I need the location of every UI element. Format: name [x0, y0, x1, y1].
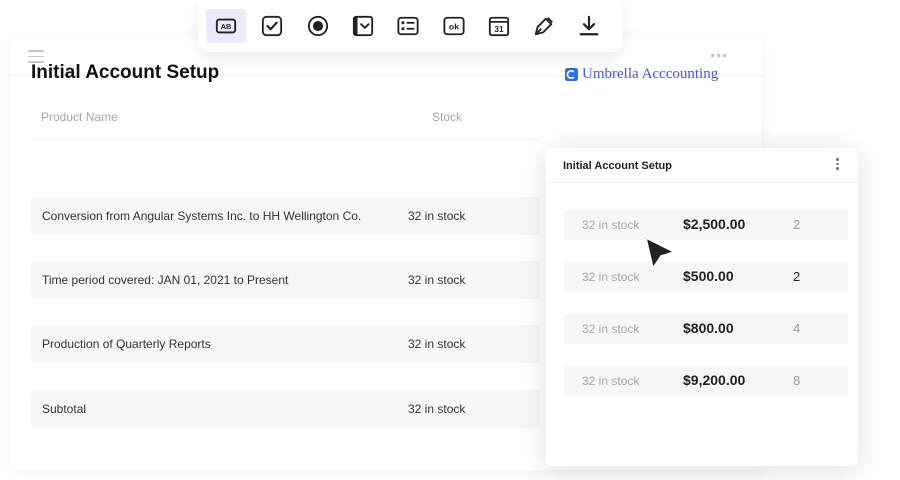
radio-button-tool[interactable] [303, 11, 333, 41]
table-row[interactable]: Conversion from Angular Systems Inc. to … [31, 197, 541, 235]
table-row[interactable]: Production of Quarterly Reports 32 in st… [31, 325, 541, 363]
card-price: $500.00 [683, 268, 734, 284]
ok-button-tool[interactable]: ok [439, 11, 469, 41]
summary-card: Initial Account Setup 32 in stock $2,500… [546, 148, 858, 466]
checkbox-tool[interactable] [257, 11, 287, 41]
stock-value: 32 in stock [408, 337, 466, 351]
ok-button-icon: ok [443, 16, 465, 36]
card-more-options-icon[interactable] [836, 158, 840, 172]
brand-logo: Umbrella Acccounting [565, 66, 718, 83]
svg-text:AB: AB [221, 22, 232, 31]
product-name: Production of Quarterly Reports [42, 337, 211, 351]
card-quantity: 4 [793, 321, 801, 336]
brand-name: Umbrella Acccounting [582, 66, 719, 82]
column-header-stock: Stock [432, 110, 463, 124]
card-row[interactable]: 32 in stock $500.00 2 [564, 262, 848, 292]
date-tool[interactable]: 31 [484, 11, 514, 41]
product-name: Conversion from Angular Systems Inc. to … [42, 209, 362, 223]
product-name: Subtotal [42, 402, 87, 416]
card-quantity: 2 [793, 269, 801, 284]
stock-value: 32 in stock [408, 402, 466, 416]
stock-value: 32 in stock [408, 273, 466, 287]
card-stock: 32 in stock [582, 218, 640, 232]
form-field-toolbar: AB ok 31 [198, 0, 622, 52]
more-options-icon[interactable]: ••• [710, 47, 728, 63]
mouse-cursor-icon [645, 237, 675, 269]
card-stock: 32 in stock [582, 270, 640, 284]
signature-tool[interactable] [529, 11, 559, 41]
table-row[interactable]: Time period covered: JAN 01, 2021 to Pre… [31, 261, 541, 299]
svg-text:ok: ok [449, 22, 459, 32]
list-tool[interactable] [393, 11, 423, 41]
card-header-divider [546, 182, 858, 183]
card-price: $800.00 [683, 320, 734, 336]
checkbox-icon [261, 15, 283, 37]
stock-value: 32 in stock [408, 209, 466, 223]
calendar-icon: 31 [488, 16, 510, 37]
card-stock: 32 in stock [582, 322, 640, 336]
svg-text:31: 31 [494, 25, 504, 34]
dropdown-tool[interactable] [348, 11, 378, 41]
card-row[interactable]: 32 in stock $9,200.00 8 [564, 366, 848, 396]
card-quantity: 2 [793, 217, 801, 232]
text-field-icon: AB [215, 18, 237, 34]
card-stock: 32 in stock [582, 374, 640, 388]
product-name: Time period covered: JAN 01, 2021 to Pre… [42, 273, 289, 287]
page-title: Initial Account Setup [31, 62, 220, 83]
card-price: $9,200.00 [683, 372, 746, 388]
menu-icon[interactable] [28, 50, 44, 63]
card-price: $2,500.00 [683, 216, 746, 232]
text-field-tool[interactable]: AB [206, 9, 246, 43]
card-quantity: 8 [793, 373, 801, 388]
table-row[interactable]: Subtotal 32 in stock [31, 390, 541, 428]
card-row[interactable]: 32 in stock $2,500.00 2 [564, 210, 848, 240]
column-header-product: Product Name [41, 110, 118, 124]
radio-button-icon [307, 15, 329, 37]
card-title: Initial Account Setup [563, 160, 672, 172]
signature-pen-icon [534, 17, 553, 36]
list-icon [397, 16, 419, 36]
header-divider [31, 139, 541, 140]
card-row[interactable]: 32 in stock $800.00 4 [564, 314, 848, 344]
download-icon [579, 15, 599, 36]
dropdown-icon [352, 15, 374, 37]
download-tool[interactable] [574, 11, 604, 41]
umbrella-logo-icon [565, 68, 578, 81]
